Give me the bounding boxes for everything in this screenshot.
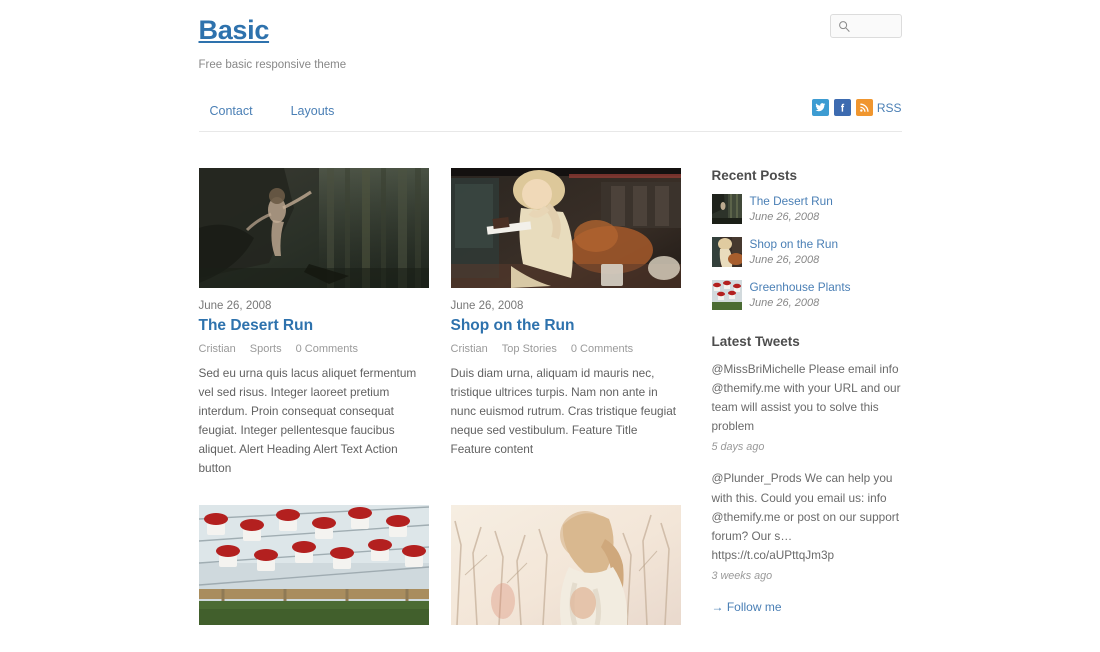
recent-post-title[interactable]: Shop on the Run [750,237,839,251]
nav-item-contact[interactable]: Contact [199,102,264,125]
post-date: June 26, 2008 [198,300,272,312]
woman-in-dark-forest-thumb [711,194,742,224]
recent-post-title[interactable]: Greenhouse Plants [750,280,851,294]
widget-recent-posts: Recent Posts The Desert Run June 26, 200… [711,168,902,310]
post-title[interactable]: The Desert Run [199,317,429,336]
post-date: June 26, 2008 [450,300,524,312]
post-thumbnail-desert-run[interactable] [198,168,429,288]
greenhouse-red-flowers-thumb [711,280,742,310]
site-tagline: Free basic responsive theme [198,58,347,71]
facebook-icon[interactable] [833,99,851,116]
recent-post-thumbnail[interactable] [711,194,742,224]
greenhouse-red-flowers-image [198,505,429,626]
tweet-item: @Plunder_Prods We can help you with this… [712,469,902,582]
recent-post-date: June 26, 2008 [749,254,820,267]
post-grid: June 26, 2008 The Desert Run Cristian Sp… [198,168,681,652]
page-container: Basic Free basic responsive theme Contac… [198,0,902,652]
post-comments[interactable]: 0 Comments [571,343,633,355]
post-thumbnail-greenhouse-plants[interactable] [198,505,429,626]
recent-post-date: June 26, 2008 [749,211,820,224]
blonde-woman-eating-cake-thumb [711,237,742,267]
site-title[interactable]: Basic [199,12,270,46]
post-item [450,505,681,626]
post-meta: Cristian Sports 0 Comments [199,343,429,355]
nav-list: Contact Layouts [199,102,902,125]
nav-link-layouts[interactable]: Layouts [280,102,346,125]
post-item: June 26, 2008 The Desert Run Cristian Sp… [198,168,429,478]
social-links: RSS [807,99,902,116]
rss-label[interactable]: RSS [877,101,902,115]
twitter-bird-glyph [815,103,826,112]
nav-link-contact[interactable]: Contact [199,102,264,125]
recent-post-body: Greenhouse Plants June 26, 2008 [750,280,851,310]
nav-item-layouts[interactable]: Layouts [280,102,346,125]
content-layout: June 26, 2008 The Desert Run Cristian Sp… [198,168,902,652]
post-author[interactable]: Cristian [199,343,236,355]
post-author[interactable]: Cristian [451,343,488,355]
post-comments[interactable]: 0 Comments [296,343,358,355]
site-header: Basic Free basic responsive theme [199,12,902,100]
post-title[interactable]: Shop on the Run [451,317,681,336]
post-meta: Cristian Top Stories 0 Comments [451,343,681,355]
recent-post-title[interactable]: The Desert Run [750,194,833,208]
post-thumbnail-winter-portrait[interactable] [450,505,681,626]
recent-post-thumbnail[interactable] [711,237,742,267]
twitter-icon[interactable] [811,99,829,116]
post-category[interactable]: Sports [250,343,282,355]
post-thumbnail-shop-on-the-run[interactable] [450,168,681,288]
woman-in-dark-forest-image [198,168,429,288]
post-excerpt: Duis diam urna, aliquam id mauris nec, t… [450,365,677,457]
search-input[interactable] [830,15,901,37]
recent-post-item: The Desert Run June 26, 2008 [711,194,902,224]
widget-title-recent-posts: Recent Posts [711,168,798,183]
widget-title-latest-tweets: Latest Tweets [711,334,800,349]
tweet-text: @MissBriMichelle Please email info @them… [711,362,901,434]
follow-me-link[interactable]: → Follow me [712,600,782,614]
recent-post-body: The Desert Run June 26, 2008 [750,194,833,224]
rss-icon[interactable] [855,99,873,116]
blonde-woman-eating-cake-image [450,168,681,288]
tweet-text: @Plunder_Prods We can help you with this… [711,471,899,562]
post-excerpt: Sed eu urna quis lacus aliquet fermentum… [198,365,417,476]
sidebar: Recent Posts The Desert Run June 26, 200… [711,168,902,652]
tweet-timestamp: 3 weeks ago [711,569,773,582]
recent-post-item: Shop on the Run June 26, 2008 [711,237,902,267]
facebook-f-glyph [840,103,845,112]
widget-latest-tweets: Latest Tweets @MissBriMichelle Please em… [712,334,902,616]
main-navigation: Contact Layouts RSS [198,99,902,132]
tweet-timestamp: 5 days ago [711,441,765,454]
tweet-item: @MissBriMichelle Please email info @them… [712,360,902,453]
blonde-woman-winter-field-image [450,505,681,626]
post-category[interactable]: Top Stories [502,343,557,355]
recent-post-item: Greenhouse Plants June 26, 2008 [711,280,902,310]
rss-waves-glyph [859,103,869,112]
search-box[interactable] [829,14,902,38]
post-item: June 26, 2008 Shop on the Run Cristian T… [450,168,681,478]
recent-post-date: June 26, 2008 [749,297,820,310]
recent-post-body: Shop on the Run June 26, 2008 [750,237,839,267]
post-item [198,505,429,626]
recent-post-thumbnail[interactable] [711,280,742,310]
